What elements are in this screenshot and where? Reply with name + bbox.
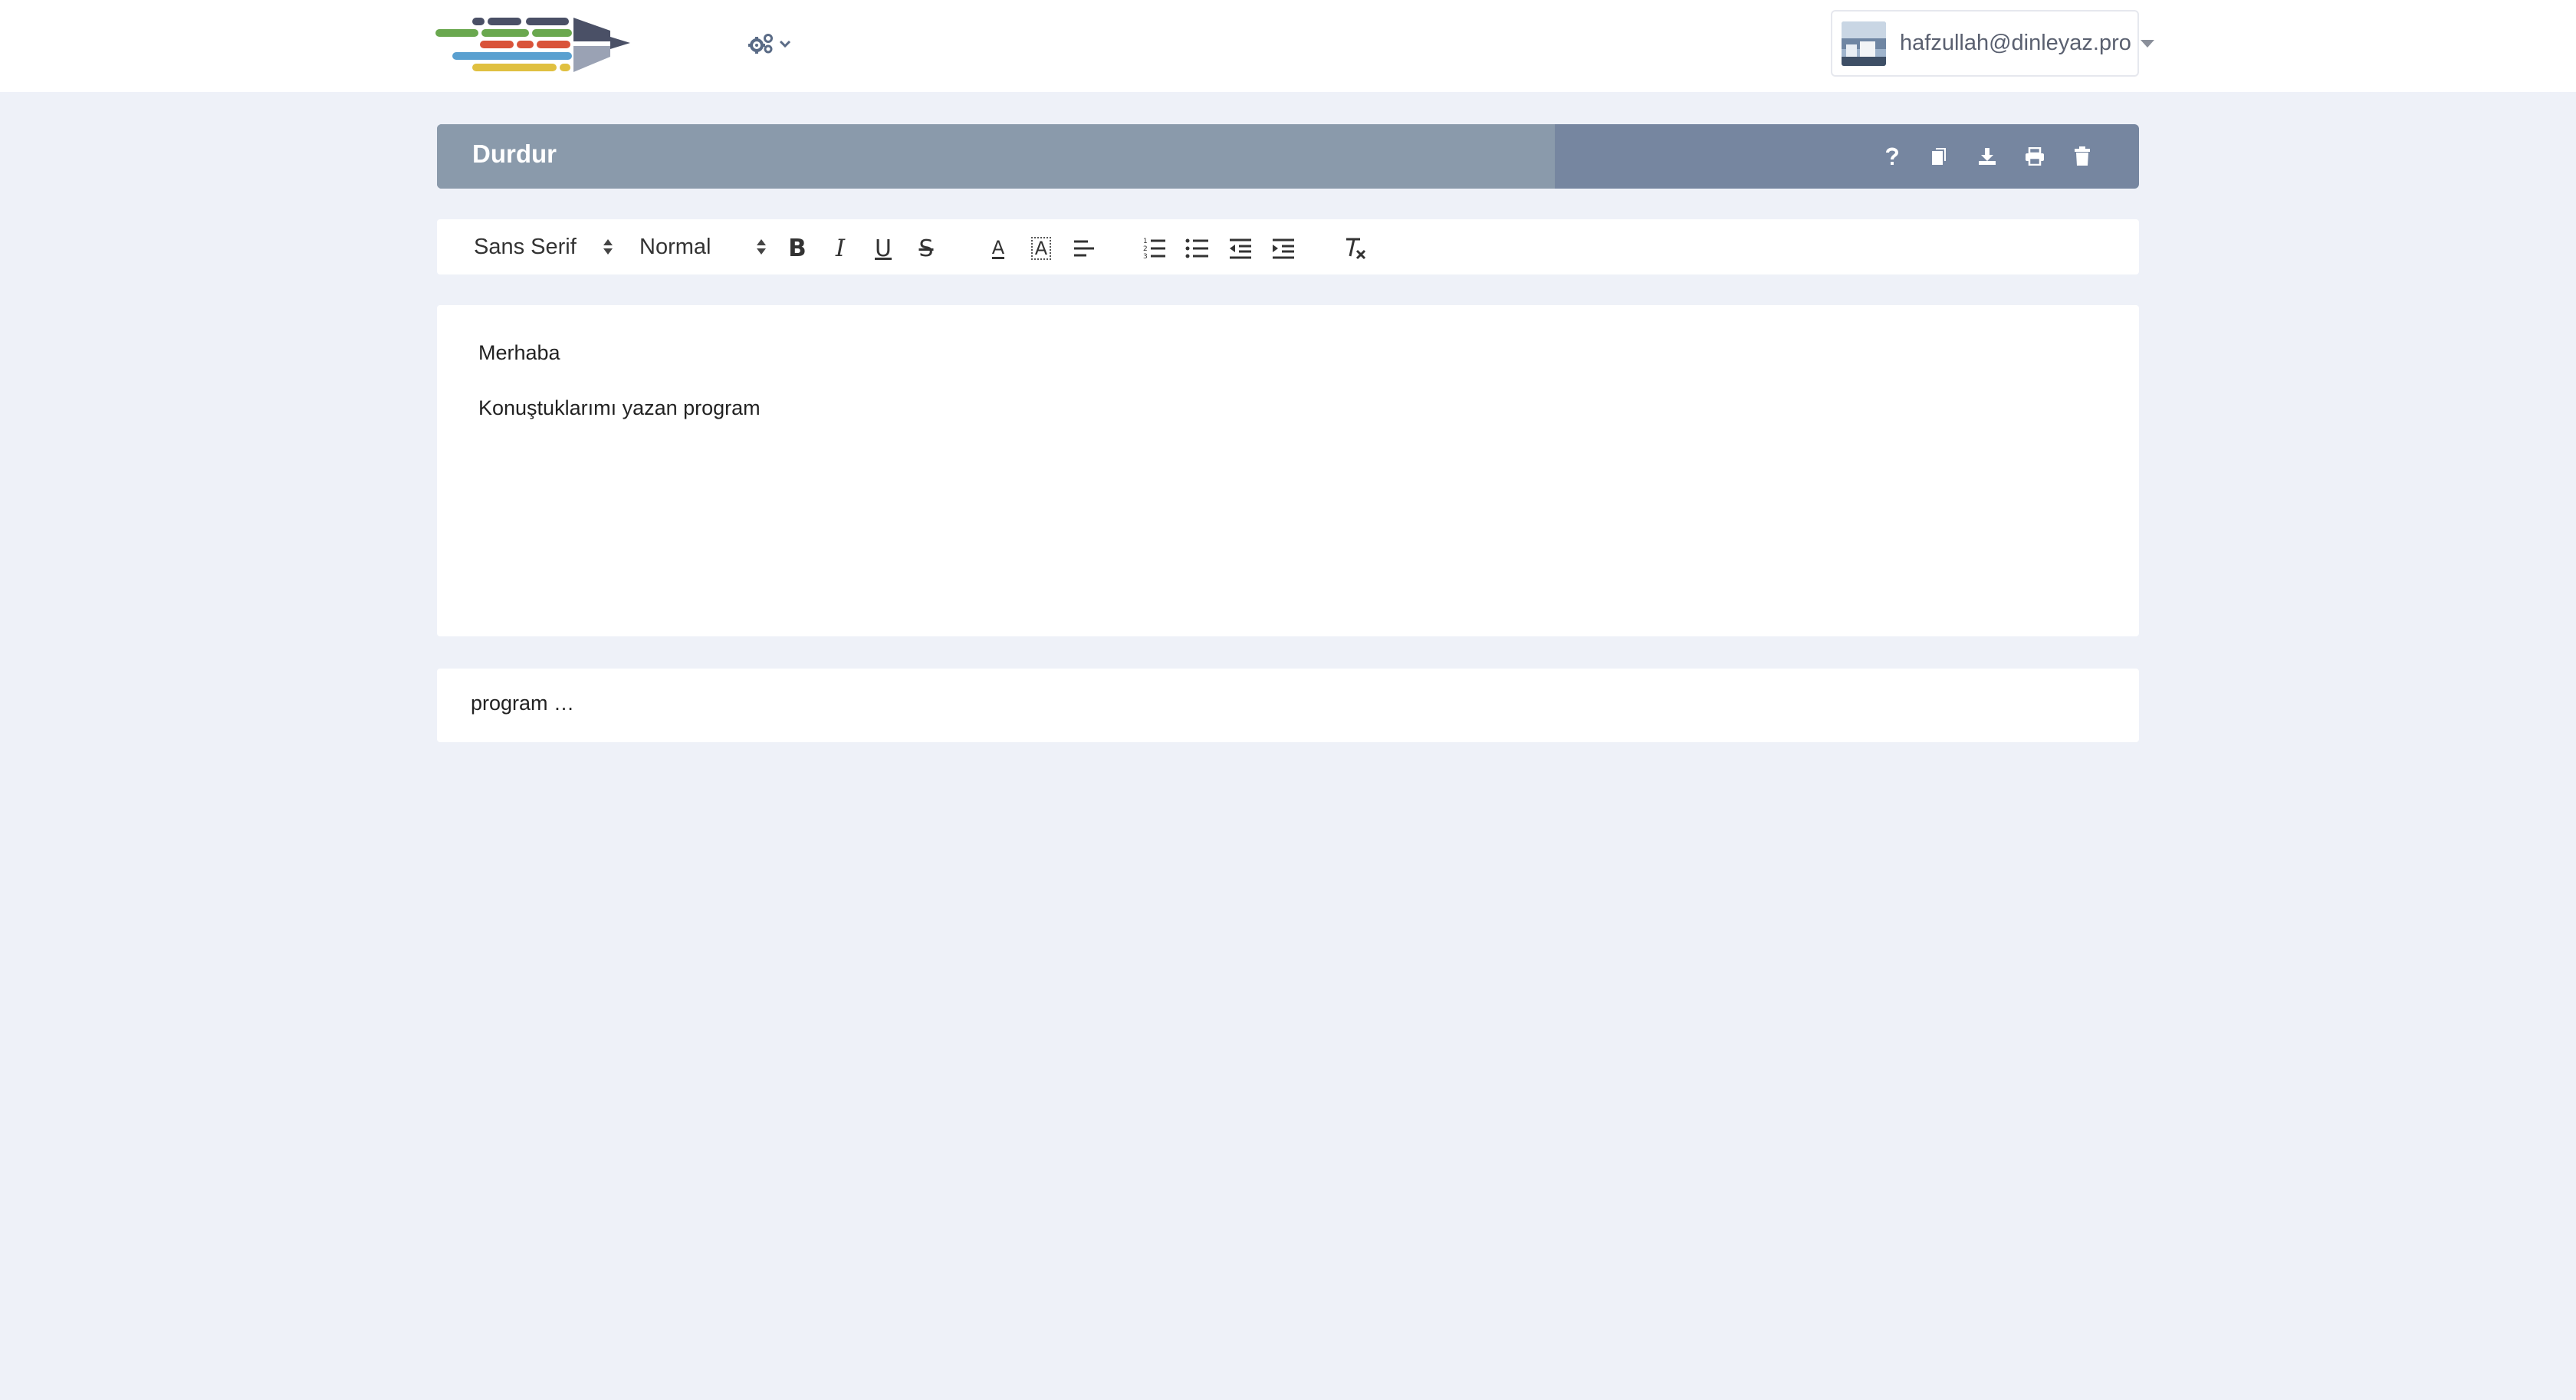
- clear-format-button[interactable]: [1340, 233, 1371, 264]
- settings-dropdown[interactable]: [748, 31, 797, 57]
- bullet-list-icon: [1185, 238, 1208, 258]
- italic-icon: I: [835, 235, 846, 262]
- strike-icon: S: [918, 235, 934, 262]
- editor-toolbar: Sans Serif Normal B I U S A A 123: [437, 219, 2139, 274]
- background-color-icon: A: [1030, 237, 1052, 260]
- page-title: Durdur: [472, 140, 557, 168]
- user-email: hafzullah@dinleyaz.pro: [1900, 31, 2131, 55]
- question-icon: [1886, 147, 1899, 165]
- download-button[interactable]: [1975, 144, 1999, 169]
- live-transcript-panel: program …: [437, 669, 2139, 742]
- recording-header: Durdur: [437, 124, 2139, 189]
- gears-icon: [748, 34, 773, 54]
- header-actions: [1880, 124, 2095, 189]
- trash-icon: [2075, 146, 2090, 166]
- font-size-value: Normal: [639, 234, 711, 259]
- italic-button[interactable]: I: [825, 233, 856, 264]
- download-icon: [1979, 148, 1996, 165]
- bullet-list-button[interactable]: [1182, 233, 1213, 264]
- copy-icon: [1932, 148, 1946, 165]
- editor-paragraph: Konuştuklarımı yazan program: [478, 396, 761, 419]
- top-navbar: hafzullah@dinleyaz.pro: [0, 0, 2576, 92]
- editor-paragraph: Merhaba: [478, 341, 560, 364]
- align-left-icon: [1074, 240, 1094, 257]
- stop-recording-button[interactable]: Durdur: [437, 124, 1555, 189]
- chevron-down-icon: [779, 40, 791, 48]
- outdent-button[interactable]: [1225, 233, 1256, 264]
- print-button[interactable]: [2022, 144, 2047, 169]
- indent-button[interactable]: [1268, 233, 1299, 264]
- underline-button[interactable]: U: [868, 233, 899, 264]
- live-transcript-text: program …: [471, 692, 575, 715]
- background-color-button[interactable]: A: [1026, 233, 1056, 264]
- outdent-icon: [1230, 238, 1251, 259]
- svg-text:2: 2: [1143, 245, 1148, 253]
- caret-down-icon: [2140, 39, 2154, 48]
- ordered-list-button[interactable]: 123: [1139, 233, 1170, 264]
- font-size-select[interactable]: Normal: [639, 233, 770, 261]
- text-color-icon: A: [991, 236, 1005, 259]
- ordered-list-icon: 123: [1143, 238, 1165, 259]
- bold-button[interactable]: B: [782, 233, 813, 264]
- dinleyaz-logo[interactable]: [435, 15, 630, 75]
- delete-button[interactable]: [2070, 144, 2095, 169]
- avatar: [1842, 21, 1886, 66]
- text-editor[interactable]: Merhaba Konuştuklarımı yazan program: [437, 305, 2139, 636]
- svg-text:3: 3: [1143, 253, 1148, 259]
- font-family-select[interactable]: Sans Serif: [474, 233, 619, 261]
- select-arrows-icon: [603, 239, 613, 255]
- indent-icon: [1273, 238, 1294, 259]
- copy-button[interactable]: [1927, 144, 1952, 169]
- bold-icon: B: [788, 235, 807, 262]
- strike-button[interactable]: S: [911, 233, 941, 264]
- font-family-value: Sans Serif: [474, 234, 577, 259]
- user-menu[interactable]: hafzullah@dinleyaz.pro: [1831, 10, 2154, 77]
- svg-text:1: 1: [1143, 238, 1148, 245]
- help-button[interactable]: [1880, 144, 1904, 169]
- underline-icon: U: [875, 235, 892, 262]
- clear-format-icon: [1346, 238, 1366, 260]
- text-color-button[interactable]: A: [983, 233, 1014, 264]
- select-arrows-icon: [757, 239, 766, 255]
- align-button[interactable]: [1069, 233, 1099, 264]
- print-icon: [2026, 147, 2044, 166]
